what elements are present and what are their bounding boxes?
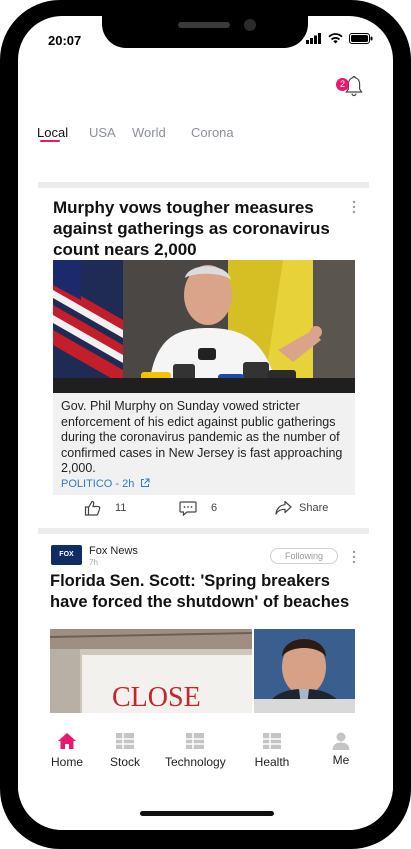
tab-usa[interactable]: USA xyxy=(89,125,116,140)
share-label: Share xyxy=(299,501,329,514)
nav-health[interactable]: Health xyxy=(242,731,302,769)
nav-label-health: Health xyxy=(254,755,290,769)
person-icon xyxy=(332,732,350,750)
nav-me[interactable]: Me xyxy=(311,731,371,767)
grid-icon xyxy=(116,733,134,749)
speaker-grille xyxy=(178,22,230,28)
like-count: 11 xyxy=(115,502,127,514)
share-button[interactable]: Share xyxy=(275,500,328,515)
tab-corona[interactable]: Corona xyxy=(191,125,234,140)
comment-count: 6 xyxy=(211,502,218,514)
article-photo[interactable] xyxy=(53,260,355,393)
front-camera xyxy=(244,19,256,31)
fox-news-logo: FOX NEWS xyxy=(51,545,82,578)
home-indicator xyxy=(140,811,274,816)
comment-icon xyxy=(179,501,197,516)
external-link-icon xyxy=(141,478,150,487)
battery-icon xyxy=(349,32,373,44)
nav-technology[interactable]: Technology xyxy=(165,731,226,769)
publish-time: 7h xyxy=(89,558,98,567)
notification-badge: 2 xyxy=(336,78,349,91)
nav-label-technology: Technology xyxy=(165,755,226,769)
publisher-name[interactable]: Fox News xyxy=(89,545,138,557)
app-screen: 20:07 2 Local USA World Corona Murphy vo… xyxy=(18,16,393,830)
grid-icon xyxy=(186,733,204,749)
share-icon xyxy=(275,500,292,515)
source-label: POLITICO - 2h xyxy=(61,478,135,490)
nav-home[interactable]: Home xyxy=(37,731,97,769)
article-summary: Gov. Phil Murphy on Sunday vowed stricte… xyxy=(61,399,343,475)
home-icon xyxy=(58,733,76,749)
nav-label-me: Me xyxy=(332,753,350,767)
press-conference-photo xyxy=(53,260,355,393)
phone-frame: 20:07 2 Local USA World Corona Murphy vo… xyxy=(0,0,411,849)
closed-sign-image: CLOSE xyxy=(50,629,252,715)
device-notch xyxy=(102,16,308,48)
wifi-icon xyxy=(328,32,343,43)
more-options-icon[interactable] xyxy=(351,550,357,564)
article-headline[interactable]: Murphy vows tougher measures against gat… xyxy=(53,197,345,260)
follow-button[interactable]: Following xyxy=(270,548,338,564)
nav-label-stock: Stock xyxy=(109,755,140,769)
comment-button[interactable]: 6 xyxy=(179,500,217,516)
signal-icon xyxy=(306,32,321,44)
article-source[interactable]: POLITICO - 2h xyxy=(61,478,150,490)
sign-text: CLOSE xyxy=(112,682,201,713)
tab-world[interactable]: World xyxy=(132,125,166,140)
status-icons xyxy=(306,31,373,45)
more-options-icon[interactable] xyxy=(351,200,357,214)
closed-sign-photo[interactable]: CLOSE xyxy=(50,629,252,715)
nav-label-home: Home xyxy=(50,755,83,769)
section-divider xyxy=(38,182,369,188)
like-button[interactable]: 11 xyxy=(84,500,126,516)
article-summary-box: Gov. Phil Murphy on Sunday vowed stricte… xyxy=(53,393,355,495)
thumbs-up-icon xyxy=(84,500,101,516)
article-headline[interactable]: Florida Sen. Scott: 'Spring breakers hav… xyxy=(50,571,350,613)
section-divider xyxy=(38,528,369,534)
senator-photo[interactable] xyxy=(254,629,355,715)
grid-icon xyxy=(263,733,281,749)
senator-portrait xyxy=(254,629,355,715)
tab-local[interactable]: Local xyxy=(37,125,68,140)
nav-stock[interactable]: Stock xyxy=(95,731,155,769)
status-time: 20:07 xyxy=(48,33,82,48)
active-tab-indicator xyxy=(40,140,60,142)
article-actions: 11 6 Share xyxy=(38,500,369,522)
